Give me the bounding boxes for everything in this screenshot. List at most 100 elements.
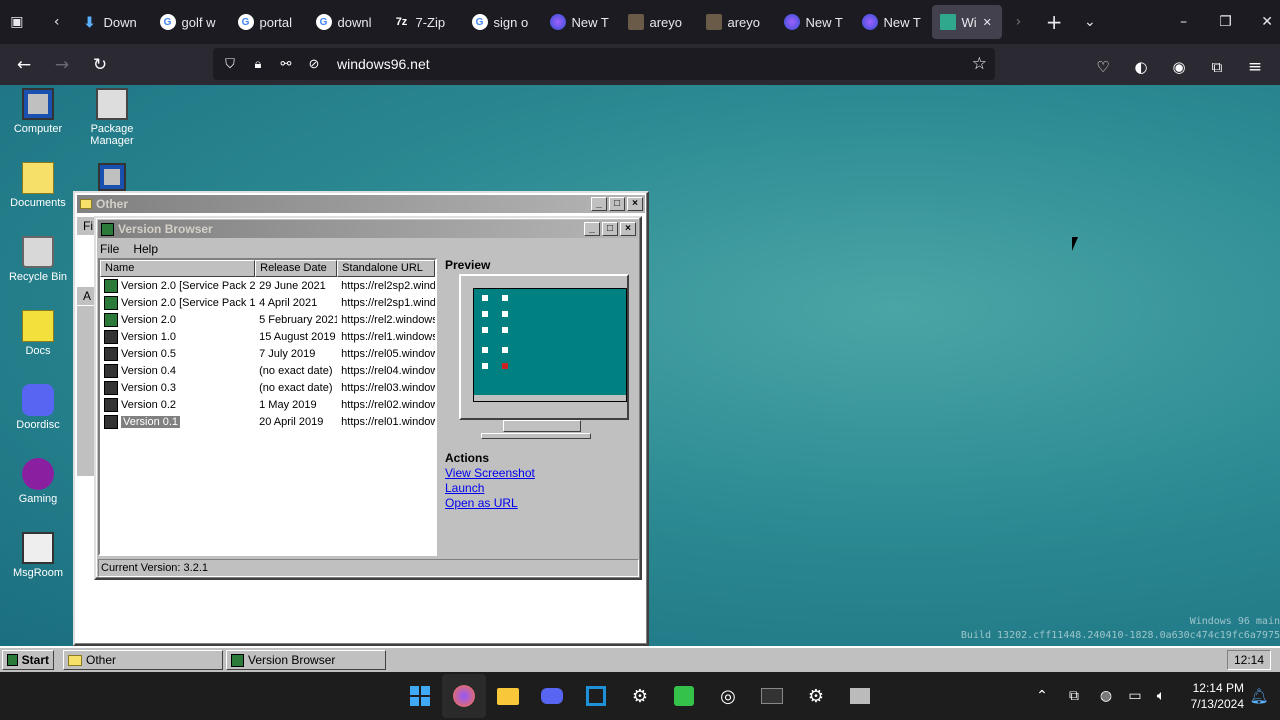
view-screenshot-link[interactable]: View Screenshot — [445, 466, 535, 481]
table-row[interactable]: Version 2.0 5 February 2021 https://rel2.w… — [100, 311, 435, 328]
browser-tab[interactable]: Gportal — [230, 5, 304, 39]
version-browser-window[interactable]: Version Browser _ □ × File Help Name Rel… — [94, 216, 642, 580]
tray-clock[interactable]: 12:14 PM 7/13/2024 — [1174, 680, 1244, 712]
minimize-icon[interactable]: – — [1171, 7, 1197, 37]
browser-tab[interactable]: New T — [542, 5, 616, 39]
notification-bell-icon[interactable]: 🔔︎ — [1244, 674, 1274, 718]
terminal-icon[interactable] — [750, 674, 794, 718]
tab-scroll-left-icon[interactable]: ‹ — [44, 7, 70, 37]
new-tab-icon[interactable]: + — [1041, 7, 1067, 37]
close-button[interactable]: × — [620, 222, 636, 236]
column-release-date[interactable]: Release Date — [255, 260, 338, 277]
menu-file[interactable]: File — [100, 242, 119, 256]
close-button[interactable]: × — [627, 197, 643, 211]
app-icon-green[interactable] — [662, 674, 706, 718]
column-name[interactable]: Name — [100, 260, 256, 277]
shield-icon[interactable]: ⛉ — [219, 56, 241, 72]
desktop-icon-msgroom[interactable]: MsgRoom — [1, 532, 75, 579]
table-row[interactable]: Version 2.0 [Service Pack 2] 29 June 2021… — [100, 277, 435, 294]
build-line-2: Build 13202.cff11448.240410-1828.0a630c4… — [960, 630, 1280, 641]
table-row[interactable]: Version 0.2 1 May 2019 https://rel02.windo… — [100, 396, 435, 413]
browser-tab[interactable]: ⬇ Down — [74, 5, 148, 39]
maximize-button[interactable]: □ — [602, 222, 618, 236]
desktop-icon-package-manager[interactable]: Package Manager — [75, 88, 149, 147]
tray-copy-icon[interactable]: ⧉ — [1058, 674, 1090, 718]
table-row[interactable]: Version 0.4 (no exact date) https://rel04.… — [100, 362, 435, 379]
desktop-icon-computer[interactable]: Computer — [1, 88, 75, 135]
build-watermark: Windows 96 main Build 13202.cff11448.240… — [961, 615, 1280, 643]
cell-url: https://rel2sp2.wind — [341, 279, 435, 292]
preview-monitor-base — [481, 433, 591, 439]
table-row[interactable]: Version 2.0 [Service Pack 1] 4 April 2021… — [100, 294, 435, 311]
account-icon[interactable]: ◉ — [1160, 48, 1198, 86]
browser-tab[interactable]: areyo — [698, 5, 772, 39]
tray-network-icon[interactable]: ▭ — [1122, 674, 1148, 718]
table-row[interactable]: Version 1.0 15 August 2019 https://rel1.wi… — [100, 328, 435, 345]
obs-icon[interactable]: ◎ — [706, 674, 750, 718]
browser-tab[interactable]: Ggolf w — [152, 5, 226, 39]
table-row[interactable]: Version 0.5 7 July 2019 https://rel05.wind… — [100, 345, 435, 362]
browser-tab[interactable]: Gdownl — [308, 5, 382, 39]
windows96-icon — [7, 654, 18, 666]
bookmark-star-icon[interactable]: ☆ — [972, 54, 987, 74]
menu-help[interactable]: Help — [133, 242, 158, 256]
reload-icon[interactable]: ↻ — [81, 46, 119, 84]
steam-icon[interactable]: ⚙ — [618, 674, 662, 718]
tray-chevron-icon[interactable]: ⌃ — [1026, 674, 1058, 718]
desktop-icon-documents[interactable]: Documents — [1, 162, 75, 209]
restore-icon[interactable]: ❐ — [1213, 7, 1239, 37]
extensions-icon[interactable]: ⧉ — [1198, 48, 1236, 86]
lock-icon[interactable]: 🔒︎ — [247, 56, 269, 72]
url-text[interactable]: windows96.net — [337, 56, 430, 72]
other-title-bar[interactable]: Other _ □ × — [77, 195, 645, 213]
cell-name: Version 2.0 [Service Pack 1] — [100, 295, 255, 310]
url-bar[interactable]: ⛉ 🔒︎ ⚯ ⊘ windows96.net ☆ — [213, 48, 995, 80]
browser-tab[interactable]: Wi ✕ — [931, 5, 1002, 39]
steam-alt-icon[interactable]: ⚙ — [794, 674, 838, 718]
launch-link[interactable]: Launch — [445, 481, 535, 496]
app-icon-gray[interactable] — [838, 674, 882, 718]
tab-overview-icon[interactable]: ▣ — [4, 7, 30, 37]
vpn-icon[interactable]: ◐ — [1122, 48, 1160, 86]
app-icon-blue[interactable] — [574, 674, 618, 718]
discord-taskbar-icon[interactable] — [530, 674, 574, 718]
tab-list-chevron-icon[interactable]: ⌄ — [1077, 7, 1103, 37]
version-browser-title-bar[interactable]: Version Browser _ □ × — [98, 220, 638, 238]
maximize-button[interactable]: □ — [609, 197, 625, 211]
desktop-icon-doordisc[interactable]: Doordisc — [1, 384, 75, 431]
desktop-icon-gaming[interactable]: Gaming — [1, 458, 75, 505]
windows-start-icon[interactable] — [398, 674, 442, 718]
w96-clock[interactable]: 12:14 — [1227, 650, 1271, 670]
browser-tab[interactable]: 7z 7-Zip — [386, 5, 460, 39]
version-list[interactable]: Name Release Date Standalone URL Version… — [98, 258, 437, 556]
permissions-icon[interactable]: ⚯ — [275, 56, 297, 72]
open-as-url-link[interactable]: Open as URL — [445, 496, 535, 511]
browser-tab[interactable]: Gsign o — [464, 5, 538, 39]
close-window-icon[interactable]: ✕ — [1254, 7, 1280, 37]
column-standalone-url[interactable]: Standalone URL — [337, 260, 435, 277]
forward-icon[interactable]: → — [43, 46, 81, 84]
browser-tab[interactable]: New T — [776, 5, 850, 39]
tray-volume-icon[interactable]: 🔈︎ — [1148, 674, 1174, 718]
desktop-icon-recycle-bin[interactable]: Recycle Bin — [1, 236, 75, 283]
browser-tab[interactable]: areyo — [620, 5, 694, 39]
browser-tab[interactable]: New T — [854, 5, 928, 39]
taskbar-item-version-browser[interactable]: Version Browser — [226, 650, 386, 670]
table-row[interactable]: Version 0.1 20 April 2019 https://rel01.wi… — [100, 413, 435, 430]
close-tab-icon[interactable]: ✕ — [983, 16, 992, 29]
tray-discord-icon[interactable]: ◍ — [1090, 674, 1122, 718]
file-explorer-icon[interactable] — [486, 674, 530, 718]
table-row[interactable]: Version 0.3 (no exact date) https://rel03.… — [100, 379, 435, 396]
menu-icon[interactable]: ≡ — [1236, 48, 1274, 86]
minimize-button[interactable]: _ — [591, 197, 607, 211]
taskbar-item-other[interactable]: Other — [63, 650, 223, 670]
back-icon[interactable]: ← — [5, 46, 43, 84]
desktop-icon-docs[interactable]: Docs — [1, 310, 75, 357]
minimize-button[interactable]: _ — [584, 222, 600, 236]
autoplay-blocked-icon[interactable]: ⊘ — [303, 56, 325, 72]
firefox-taskbar-icon[interactable] — [442, 674, 486, 718]
start-button[interactable]: Start — [2, 650, 54, 670]
desktop-icon-partial[interactable] — [98, 163, 126, 191]
tab-scroll-right-icon[interactable]: › — [1006, 7, 1032, 37]
pocket-icon[interactable]: ♡ — [1084, 48, 1122, 86]
